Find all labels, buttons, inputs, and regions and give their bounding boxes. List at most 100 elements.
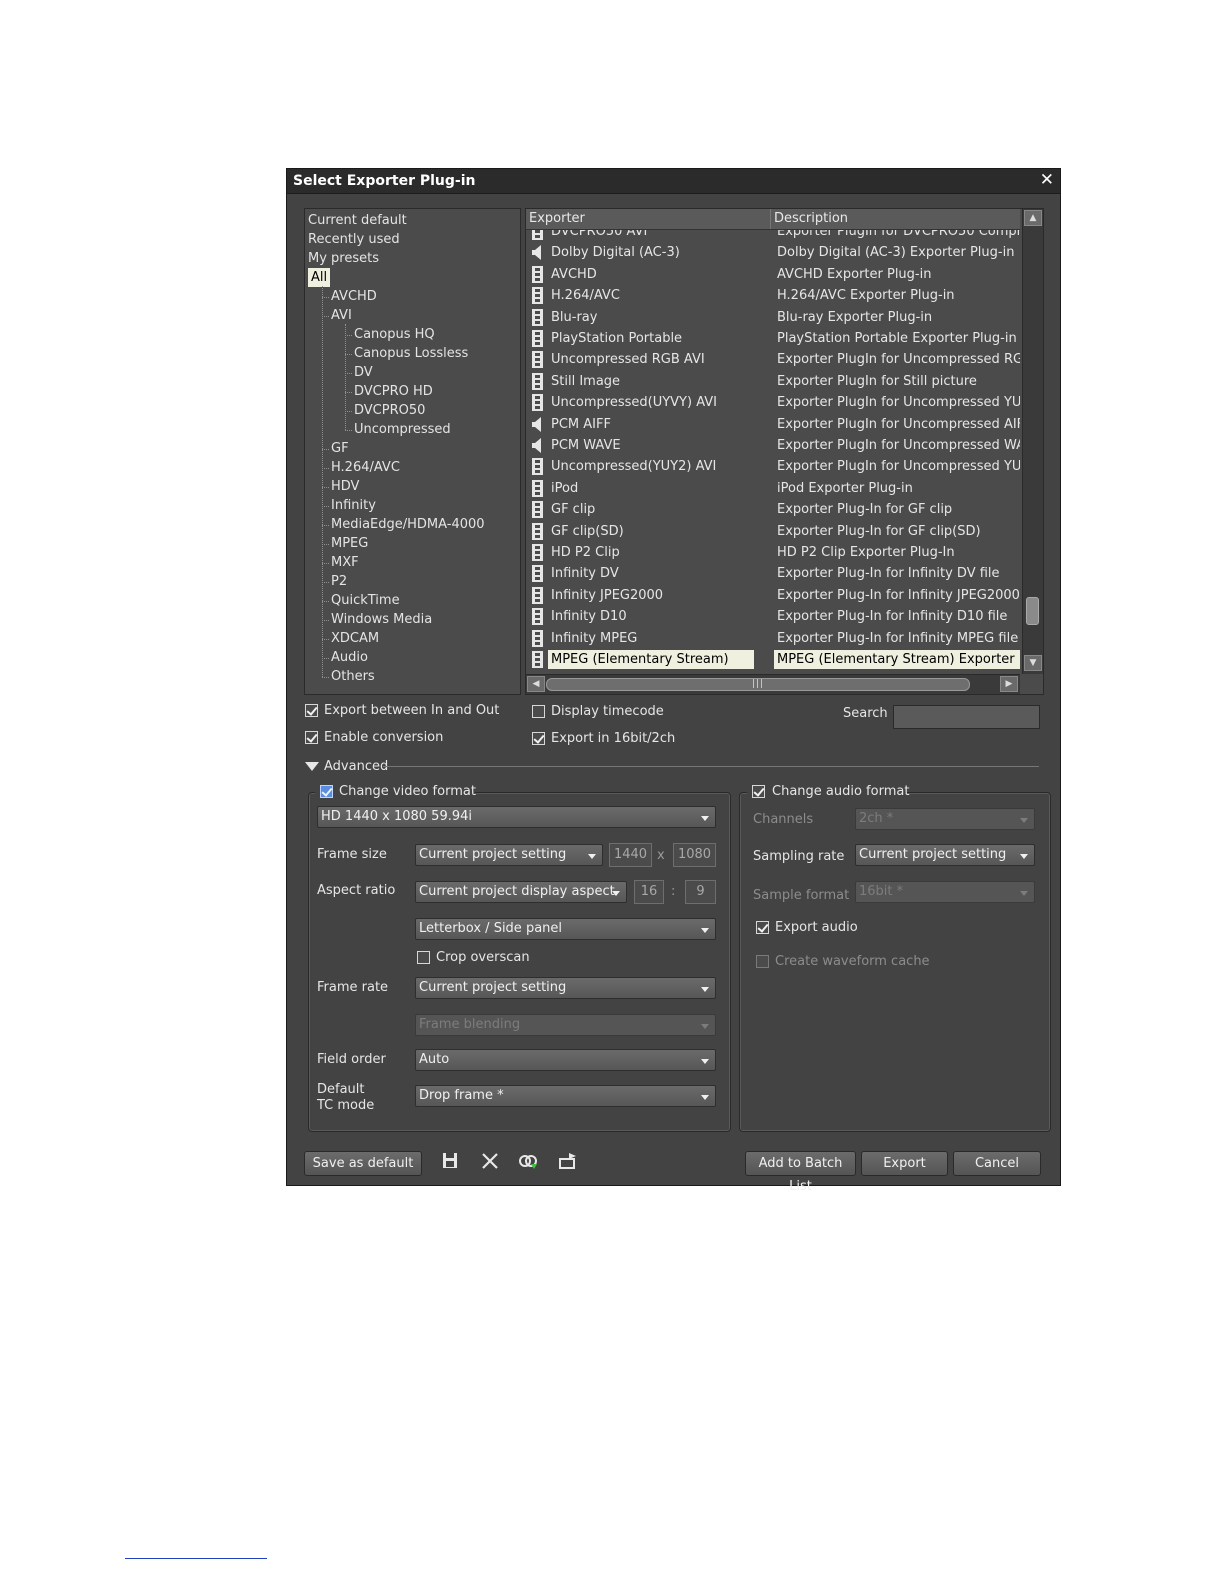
exporter-row[interactable]: MPEG (Elementary Stream) MPEG (Elementary… bbox=[526, 649, 1020, 670]
exporter-name: GF clip bbox=[551, 502, 596, 518]
collapse-triangle-icon[interactable] bbox=[305, 762, 319, 771]
tree-item-my-presets[interactable]: My presets bbox=[308, 249, 379, 268]
vertical-scroll-thumb[interactable] bbox=[1026, 597, 1039, 625]
exporter-description: Exporter Plug-In for Infinity JPEG2000 f… bbox=[777, 587, 1020, 603]
display-timecode-label: Display timecode bbox=[551, 704, 664, 719]
search-input[interactable] bbox=[893, 705, 1040, 729]
tree-item-gf[interactable]: GF bbox=[331, 439, 349, 458]
tree-item-recently-used[interactable]: Recently used bbox=[308, 230, 400, 249]
exporter-row[interactable]: Dolby Digital (AC-3) Dolby Digital (AC-3)… bbox=[526, 242, 1020, 263]
aspect-height-field[interactable]: 9 bbox=[685, 880, 716, 904]
save-preset-icon[interactable] bbox=[440, 1150, 462, 1172]
export-button[interactable]: Export bbox=[861, 1151, 948, 1176]
tree-item-avchd[interactable]: AVCHD bbox=[331, 287, 377, 306]
horizontal-scrollbar[interactable]: ◀ ||| ▶ bbox=[526, 674, 1020, 694]
tc-mode-dropdown[interactable]: Drop frame * bbox=[415, 1085, 716, 1107]
film-icon bbox=[532, 265, 543, 283]
exporter-row[interactable]: PlayStation Portable PlayStation Portable… bbox=[526, 328, 1020, 349]
aspect-ratio-dropdown[interactable]: Current project display aspect bbox=[415, 881, 627, 903]
scroll-left-button[interactable]: ◀ bbox=[527, 676, 545, 692]
horizontal-scroll-thumb[interactable]: ||| bbox=[546, 678, 970, 691]
scroll-down-button[interactable]: ▼ bbox=[1024, 655, 1042, 671]
change-audio-format-checkbox[interactable] bbox=[752, 785, 765, 798]
letterbox-dropdown[interactable]: Letterbox / Side panel bbox=[415, 918, 716, 940]
exporter-row[interactable]: Uncompressed RGB AVI Exporter PlugIn for … bbox=[526, 349, 1020, 370]
crop-overscan-checkbox[interactable] bbox=[417, 951, 430, 964]
tree-item-hdv[interactable]: HDV bbox=[331, 477, 359, 496]
tree-item-h-264-avc[interactable]: H.264/AVC bbox=[331, 458, 400, 477]
field-order-dropdown[interactable]: Auto bbox=[415, 1049, 716, 1071]
frame-rate-dropdown[interactable]: Current project setting bbox=[415, 977, 716, 999]
exporter-description: Exporter Plug-In for Infinity DV file bbox=[777, 566, 1000, 582]
scroll-right-button[interactable]: ▶ bbox=[1000, 676, 1018, 692]
tree-item-others[interactable]: Others bbox=[331, 667, 375, 686]
exporter-row[interactable]: GF clip Exporter Plug-In for GF clip bbox=[526, 499, 1020, 520]
exporter-row[interactable]: AVCHD AVCHD Exporter Plug-in bbox=[526, 264, 1020, 285]
film-icon bbox=[532, 351, 543, 369]
tree-item-canopus-hq[interactable]: Canopus HQ bbox=[354, 325, 435, 344]
frame-size-dropdown[interactable]: Current project setting bbox=[415, 844, 603, 866]
tree-item-dvcpro-hd[interactable]: DVCPRO HD bbox=[354, 382, 433, 401]
video-preset-dropdown[interactable]: HD 1440 x 1080 59.94i bbox=[317, 806, 716, 828]
exporter-row[interactable]: Uncompressed(YUY2) AVI Exporter PlugIn fo… bbox=[526, 456, 1020, 477]
exporter-row[interactable]: PCM WAVE Exporter PlugIn for Uncompressed… bbox=[526, 435, 1020, 456]
exporter-description: Exporter PlugIn for Uncompressed RGB AVI bbox=[777, 352, 1020, 368]
exporter-row[interactable]: Infinity DV Exporter Plug-In for Infinity… bbox=[526, 563, 1020, 584]
export-preset-icon[interactable] bbox=[557, 1150, 579, 1172]
column-exporter[interactable]: Exporter bbox=[529, 211, 585, 226]
delete-preset-icon[interactable] bbox=[479, 1150, 501, 1172]
frame-height-field[interactable]: 1080 bbox=[673, 843, 716, 867]
export-audio-checkbox[interactable] bbox=[756, 921, 769, 934]
tree-item-p2[interactable]: P2 bbox=[331, 572, 347, 591]
tree-item-audio[interactable]: Audio bbox=[331, 648, 368, 667]
column-divider[interactable] bbox=[770, 209, 771, 229]
tree-item-infinity[interactable]: Infinity bbox=[331, 496, 376, 515]
category-tree[interactable]: Current default Recently used My presets Al… bbox=[304, 208, 521, 695]
export-16bit-checkbox[interactable] bbox=[532, 732, 545, 745]
exporter-row[interactable]: Infinity JPEG2000 Exporter Plug-In for In… bbox=[526, 585, 1020, 606]
column-description[interactable]: Description bbox=[774, 211, 848, 226]
scroll-up-button[interactable]: ▲ bbox=[1024, 210, 1042, 226]
frame-width-field[interactable]: 1440 bbox=[609, 843, 652, 867]
advanced-label[interactable]: Advanced bbox=[324, 759, 388, 774]
exporter-row[interactable]: Infinity D10 Exporter Plug-In for Infinit… bbox=[526, 606, 1020, 627]
exporter-row[interactable]: Still Image Exporter PlugIn for Still pic… bbox=[526, 371, 1020, 392]
cancel-button[interactable]: Cancel bbox=[953, 1151, 1041, 1176]
add-to-batch-button[interactable]: Add to Batch List bbox=[745, 1151, 856, 1194]
tree-item-avi[interactable]: AVI bbox=[331, 306, 352, 325]
tree-item-mxf[interactable]: MXF bbox=[331, 553, 359, 572]
tree-item-current-default[interactable]: Current default bbox=[308, 211, 407, 230]
import-preset-icon[interactable] bbox=[517, 1150, 539, 1172]
tree-item-mediaedge-hdma-4000[interactable]: MediaEdge/HDMA-4000 bbox=[331, 515, 485, 534]
display-timecode-checkbox[interactable] bbox=[532, 705, 545, 718]
exporter-row[interactable]: PCM AIFF Exporter PlugIn for Uncompressed… bbox=[526, 414, 1020, 435]
exporter-row[interactable]: Uncompressed(UYVY) AVI Exporter PlugIn fo… bbox=[526, 392, 1020, 413]
tree-item-canopus-lossless[interactable]: Canopus Lossless bbox=[354, 344, 468, 363]
tree-item-dvcpro50[interactable]: DVCPRO50 bbox=[354, 401, 425, 420]
exporter-row[interactable]: DVCPRO50 AVI Exporter PlugIn for DVCPRO50… bbox=[526, 230, 1020, 242]
exporter-row[interactable]: Infinity MPEG Exporter Plug-In for Infini… bbox=[526, 628, 1020, 649]
sampling-rate-dropdown[interactable]: Current project setting bbox=[855, 844, 1035, 866]
tree-item-xdcam[interactable]: XDCAM bbox=[331, 629, 379, 648]
exporter-row[interactable]: GF clip(SD) Exporter Plug-In for GF clip(… bbox=[526, 521, 1020, 542]
close-icon[interactable]: ✕ bbox=[1040, 170, 1054, 190]
tree-item-uncompressed[interactable]: Uncompressed bbox=[354, 420, 451, 439]
exporter-name: Infinity JPEG2000 bbox=[551, 587, 664, 603]
export-between-checkbox[interactable] bbox=[305, 704, 318, 717]
change-video-format-checkbox[interactable] bbox=[320, 785, 333, 798]
save-as-default-button[interactable]: Save as default bbox=[304, 1151, 422, 1176]
size-separator: x bbox=[657, 848, 665, 863]
aspect-width-field[interactable]: 16 bbox=[634, 880, 664, 904]
aspect-ratio-value: Current project display aspect bbox=[419, 884, 615, 899]
tree-item-dv[interactable]: DV bbox=[354, 363, 373, 382]
exporter-row[interactable]: HD P2 Clip HD P2 Clip Exporter Plug-In bbox=[526, 542, 1020, 563]
tree-item-mpeg[interactable]: MPEG bbox=[331, 534, 368, 553]
exporter-row[interactable]: iPod iPod Exporter Plug-in bbox=[526, 478, 1020, 499]
tree-item-all[interactable]: All bbox=[308, 268, 331, 287]
exporter-row[interactable]: Blu-ray Blu-ray Exporter Plug-in bbox=[526, 307, 1020, 328]
enable-conversion-checkbox[interactable] bbox=[305, 731, 318, 744]
vertical-scrollbar[interactable]: ▲ ▼ bbox=[1022, 209, 1043, 674]
tree-item-quicktime[interactable]: QuickTime bbox=[331, 591, 400, 610]
tree-item-windows-media[interactable]: Windows Media bbox=[331, 610, 432, 629]
exporter-row[interactable]: H.264/AVC H.264/AVC Exporter Plug-in bbox=[526, 285, 1020, 306]
